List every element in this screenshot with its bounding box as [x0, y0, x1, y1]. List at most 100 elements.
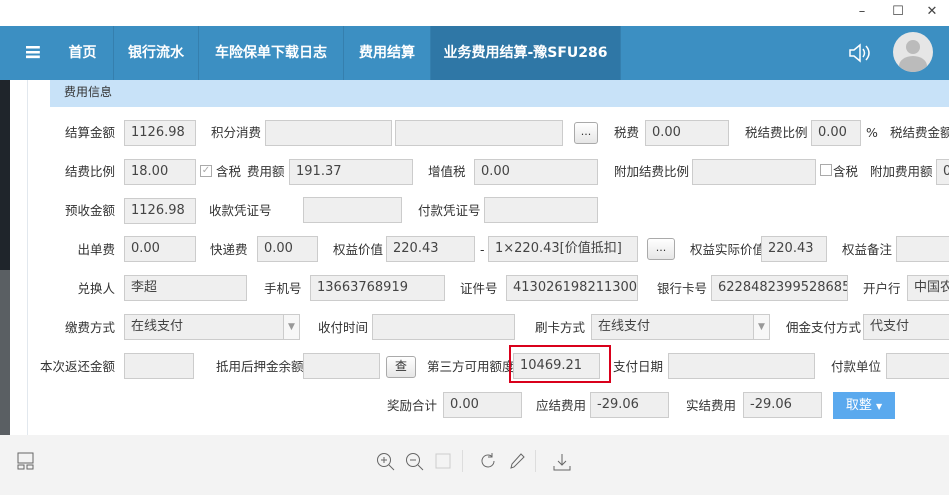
label: 增值税: [428, 164, 466, 179]
phone-input[interactable]: 13663768919: [310, 275, 445, 301]
zoom-out-icon[interactable]: [405, 452, 425, 472]
label: 奖励合计: [387, 398, 438, 413]
pay-time-input[interactable]: [372, 314, 515, 340]
label: 付款凭证号: [418, 203, 481, 218]
reward-total-input[interactable]: 0.00: [443, 392, 522, 418]
chevron-down-icon[interactable]: ▼: [753, 315, 769, 339]
label: 税结费金额: [890, 125, 949, 140]
label: 结费比例: [64, 164, 115, 179]
label: 缴费方式: [64, 320, 115, 335]
settle-amount-input[interactable]: 1126.98: [124, 120, 196, 146]
menu-icon[interactable]: ≡: [14, 26, 52, 80]
pay-method-select[interactable]: 在线支付 ▼: [124, 314, 300, 340]
avatar[interactable]: [893, 32, 933, 72]
speaker-icon[interactable]: [848, 43, 872, 63]
dash: -: [480, 242, 485, 257]
extra-amount-input[interactable]: 0: [936, 159, 949, 185]
tax-fee-input[interactable]: 0.00: [645, 120, 729, 146]
nav-bar: ≡ 首页 银行流水 车险保单下载日志 费用结算 业务费用结算-豫SFU286: [0, 26, 949, 80]
label: 费用额: [247, 164, 285, 179]
bank-input[interactable]: 中国农: [907, 275, 949, 301]
equity-more-button[interactable]: ...: [647, 238, 675, 260]
label: 含税: [216, 164, 242, 179]
label: 兑换人: [77, 281, 115, 296]
divider: [462, 450, 463, 472]
tab-business-fee-settlement[interactable]: 业务费用结算-豫SFU286: [431, 26, 621, 80]
label: 权益备注: [842, 242, 893, 257]
selected-value: 在线支付: [131, 319, 184, 334]
label: 权益实际价值: [690, 242, 766, 257]
points-input-2[interactable]: [395, 120, 563, 146]
payer-input[interactable]: [886, 353, 949, 379]
tax-ratio-input[interactable]: 0.00: [811, 120, 861, 146]
chevron-down-icon[interactable]: ▼: [283, 315, 299, 339]
tab-fee-settlement[interactable]: 费用结算: [344, 26, 431, 80]
equity-note-input[interactable]: [896, 236, 949, 262]
maximize-button[interactable]: ☐: [888, 4, 908, 19]
label: 预收金额: [64, 203, 115, 218]
deposit-balance-input[interactable]: [303, 353, 380, 379]
layout-icon[interactable]: [17, 452, 35, 470]
scrollbar[interactable]: [0, 270, 10, 435]
close-button[interactable]: ✕: [922, 4, 942, 19]
label: 含税: [833, 164, 859, 179]
section-title: 费用信息: [50, 80, 949, 107]
due-fee-input[interactable]: -29.06: [590, 392, 669, 418]
label: 税结费比例: [745, 125, 808, 140]
bank-card-input[interactable]: 62284823995286859: [711, 275, 848, 301]
extra-ratio-input[interactable]: [692, 159, 816, 185]
receipt-no-input[interactable]: [303, 197, 402, 223]
redeemer-input[interactable]: 李超: [124, 275, 247, 301]
equity-value-input[interactable]: 220.43: [386, 236, 475, 262]
round-button-label: 取整: [845, 398, 872, 413]
equity-detail-input[interactable]: 1×220.43[价值抵扣]: [488, 236, 638, 262]
fee-amount-input[interactable]: 191.37: [289, 159, 413, 185]
tax-included-checkbox[interactable]: ✓: [200, 165, 212, 177]
zoom-in-icon[interactable]: [376, 452, 396, 472]
minimize-button[interactable]: –: [852, 4, 872, 19]
commission-method-select[interactable]: 代支付: [863, 314, 949, 340]
label: 税费: [614, 125, 640, 140]
extra-tax-included-checkbox[interactable]: [820, 164, 832, 176]
tab-bank-flow[interactable]: 银行流水: [114, 26, 199, 80]
label: 积分消费: [211, 125, 262, 140]
points-input[interactable]: [265, 120, 392, 146]
label: 权益价值: [333, 242, 384, 257]
label: 付款单位: [831, 359, 882, 374]
label: 出单费: [77, 242, 115, 257]
percent-unit: %: [866, 125, 878, 140]
label: 附加结费比例: [614, 164, 690, 179]
label: 证件号: [460, 281, 498, 296]
label: 实结费用: [686, 398, 737, 413]
label: 应结费用: [536, 398, 587, 413]
round-button[interactable]: 取整 ▼: [833, 392, 895, 419]
label: 结算金额: [64, 125, 115, 140]
pencil-icon[interactable]: [508, 452, 526, 470]
issue-fee-input[interactable]: 0.00: [124, 236, 196, 262]
card-method-select[interactable]: 在线支付 ▼: [591, 314, 770, 340]
equity-actual-input[interactable]: 220.43: [761, 236, 827, 262]
download-icon[interactable]: [552, 452, 572, 472]
label: 收付时间: [318, 320, 369, 335]
actual-size-icon[interactable]: [434, 452, 452, 470]
label: 手机号: [264, 281, 302, 296]
prepaid-input[interactable]: 1126.98: [124, 198, 196, 224]
rotate-icon[interactable]: [479, 452, 497, 470]
fee-ratio-input[interactable]: 18.00: [124, 159, 196, 185]
label: 刷卡方式: [535, 320, 586, 335]
express-fee-input[interactable]: 0.00: [257, 236, 318, 262]
query-button[interactable]: 查: [386, 356, 416, 378]
pay-date-input[interactable]: [668, 353, 815, 379]
divider: [27, 80, 28, 435]
vat-input[interactable]: 0.00: [474, 159, 598, 185]
selected-value: 在线支付: [598, 319, 651, 334]
refund-input[interactable]: [124, 353, 194, 379]
tab-home[interactable]: 首页: [52, 26, 114, 80]
tab-download-log[interactable]: 车险保单下载日志: [199, 26, 344, 80]
actual-fee-input[interactable]: -29.06: [743, 392, 822, 418]
points-more-button[interactable]: ...: [574, 122, 598, 144]
payment-no-input[interactable]: [484, 197, 598, 223]
caret-down-icon: ▼: [876, 402, 883, 411]
label: 快递费: [210, 242, 248, 257]
id-no-input[interactable]: 4130261982113003: [506, 275, 638, 301]
